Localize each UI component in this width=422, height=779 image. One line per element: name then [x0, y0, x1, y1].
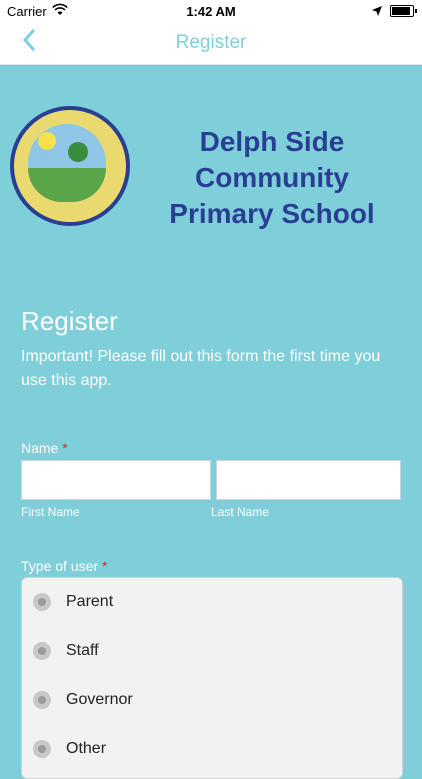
option-label: Parent: [66, 593, 114, 610]
radio-icon[interactable]: [33, 691, 51, 709]
school-name-line1: Delph Side Community: [195, 126, 349, 193]
user-type-label: Type of user *: [21, 558, 107, 574]
school-logo: Delph Side Community Primary School: [0, 100, 422, 229]
last-name-label: Last Name: [211, 505, 270, 519]
first-name-input[interactable]: [21, 460, 211, 500]
name-label-text: Name: [21, 440, 59, 456]
radio-icon[interactable]: [33, 593, 51, 611]
first-name-label: First Name: [21, 505, 80, 519]
option-label: Other: [66, 740, 107, 757]
form-heading: Register: [21, 306, 118, 336]
option-parent[interactable]: Parent: [22, 578, 402, 626]
status-bar: Carrier 1:42 AM: [0, 0, 422, 22]
nav-title: Register: [175, 32, 247, 53]
name-label: Name *: [21, 440, 68, 456]
required-mark: *: [101, 558, 108, 574]
option-label: Staff: [66, 642, 99, 659]
option-other[interactable]: Other: [22, 725, 402, 773]
required-mark: *: [62, 440, 68, 456]
school-crest-icon: [10, 106, 130, 226]
status-time: 1:42 AM: [186, 4, 236, 19]
battery-icon: [390, 5, 417, 17]
school-name-line2: Primary School: [169, 198, 375, 229]
radio-icon[interactable]: [33, 642, 51, 660]
last-name-input[interactable]: [216, 460, 401, 500]
user-type-options: Parent Staff Governor Other: [21, 577, 403, 779]
radio-icon[interactable]: [33, 740, 51, 758]
navigation-bar: Register: [0, 22, 422, 65]
school-name: Delph Side Community Primary School: [132, 124, 412, 232]
option-governor[interactable]: Governor: [22, 676, 402, 724]
option-label: Governor: [66, 691, 133, 708]
intro-text: Important! Please fill out this form the…: [21, 348, 381, 389]
location-arrow-icon: [372, 4, 382, 19]
option-staff[interactable]: Staff: [22, 627, 402, 675]
user-type-label-text: Type of user: [21, 558, 99, 574]
battery-level: [392, 7, 410, 15]
